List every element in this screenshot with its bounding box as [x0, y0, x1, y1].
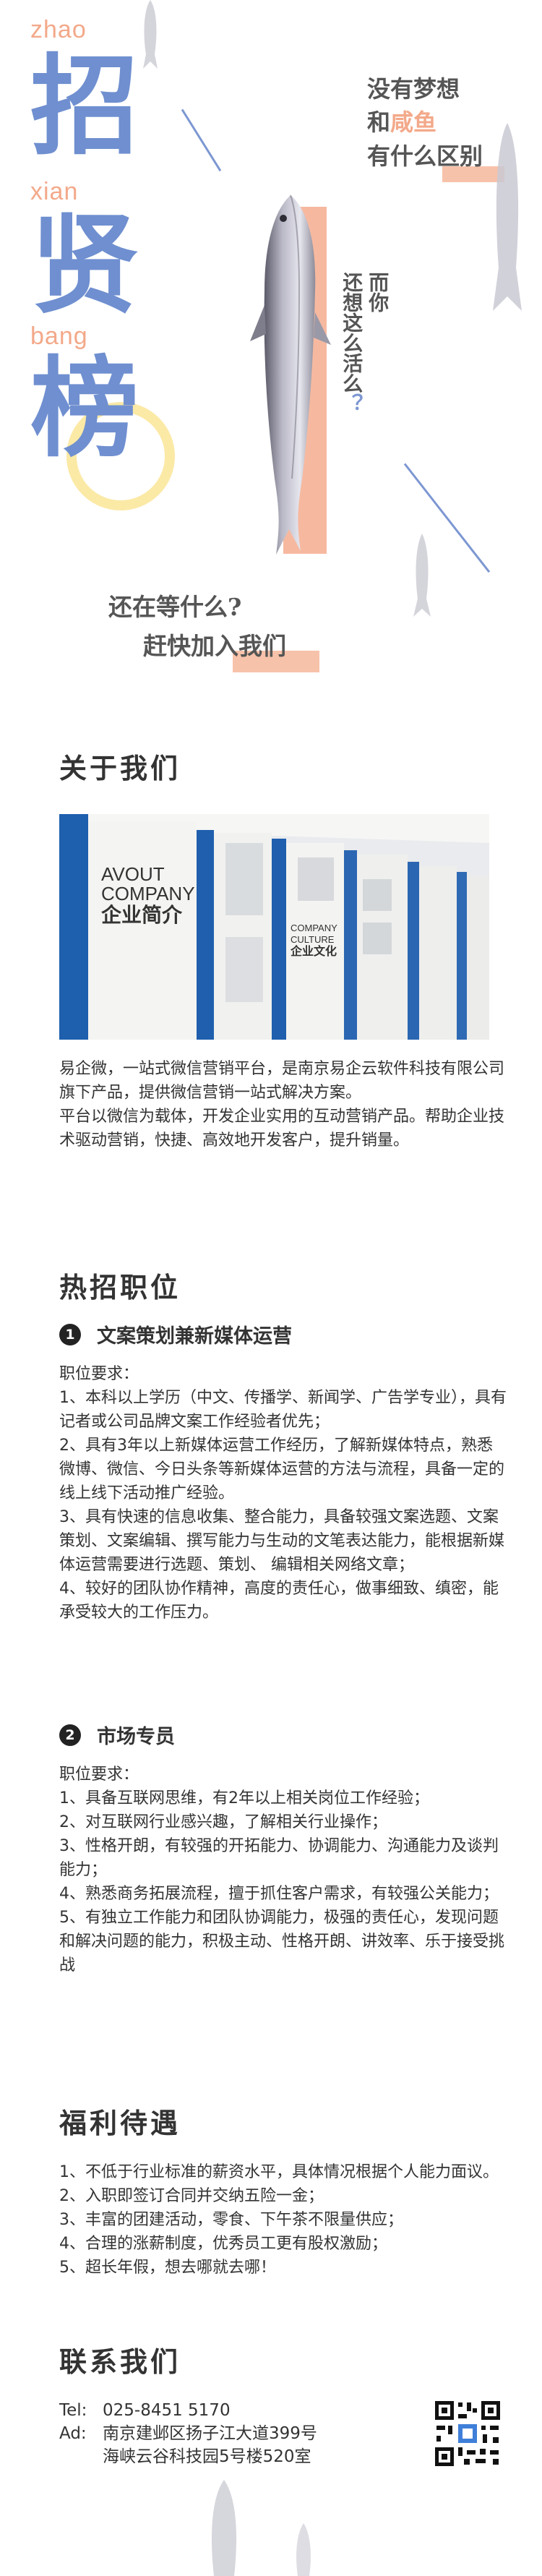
benefits-title-text: 福利待遇 — [59, 2107, 181, 2139]
photo-caption-6: 企业文化 — [291, 946, 337, 959]
qr-code-icon[interactable] — [432, 2398, 503, 2469]
job-number-badge: 2 — [59, 1724, 81, 1746]
vertical-text-1: 还想这么活么？ — [340, 272, 364, 414]
slogan-line-1: 没有梦想 — [367, 75, 460, 103]
small-fish-icon — [143, 0, 158, 69]
photo-caption-4: COMPANY — [291, 923, 337, 933]
vertical-question-mark: ？ — [340, 393, 364, 414]
benefit-item: 2、入职即签订合同并交纳五险一金； — [59, 2187, 324, 2205]
slogan-line-2: 和咸鱼 — [367, 106, 483, 139]
benefits-title: 福利待遇 — [59, 2101, 189, 2141]
company-wall-image — [59, 814, 489, 1040]
small-fish-icon — [296, 2523, 311, 2576]
job-2-req-item: 5、有独立工作能力和团队协调能力，极强的责任心，发现问题和解决问题的能力，积极主… — [59, 1909, 505, 1974]
company-photo: AVOUT COMPANY 企业简介 COMPANY CULTURE 企业文化 — [59, 814, 489, 1040]
contact-info: Tel: 025-8451 5170 Ad: 南京建邺区扬子江大道399号 海峡云谷… — [59, 2399, 421, 2469]
photo-caption-2: COMPANY — [101, 883, 195, 905]
address-line-1: 南京建邺区扬子江大道399号 — [103, 2424, 317, 2444]
jobs-title-text: 热招职位 — [59, 1271, 181, 1304]
decorative-line — [181, 108, 222, 172]
slogan-line-3: 有什么区别 — [367, 142, 483, 170]
benefit-item: 5、超长年假，想去哪就去哪！ — [59, 2259, 276, 2277]
vertical-text-2: 而你 — [366, 272, 390, 312]
about-description: 易企微，一站式微信营销平台，是南京易企云软件科技有限公司旗下产品，提供微信营销一… — [59, 1057, 507, 1152]
about-para-2: 平台以微信为载体，开发企业实用的互动营销产品。帮助企业技术驱动营销，快捷、高效地… — [59, 1108, 505, 1150]
char-zhao: 招 — [30, 43, 139, 170]
contact-address-row: Ad: 南京建邺区扬子江大道399号 — [59, 2422, 421, 2445]
small-fish-icon — [211, 2480, 237, 2576]
char-xian: 贤 — [30, 202, 139, 329]
small-fish-icon — [413, 534, 431, 617]
job-1-req-item: 4、较好的团队协作精神，高度的责任心，做事细致、缜密，能承受较大的工作压力。 — [59, 1580, 499, 1622]
vertical-text-1-body: 还想这么活么 — [340, 272, 364, 393]
cta-line-2: 赶快加入我们 — [143, 632, 286, 660]
job-1-req-label: 职位要求： — [59, 1365, 139, 1383]
jobs-title: 热招职位 — [59, 1265, 189, 1305]
address-line-2: 海峡云谷科技园5号楼520室 — [103, 2447, 311, 2467]
contact-title: 联系我们 — [59, 2340, 189, 2379]
benefits-list: 1、不低于行业标准的薪资水平，具体情况根据个人能力面议。 2、入职即签订合同并交… — [59, 2160, 507, 2280]
job-2-req-label: 职位要求： — [59, 1766, 139, 1784]
photo-caption-1: AVOUT — [101, 863, 165, 885]
slogan-word-and: 和 — [367, 108, 391, 137]
tel-label: Tel: — [59, 2401, 87, 2420]
benefit-item: 3、丰富的团建活动，零食、下午茶不限量供应； — [59, 2211, 403, 2229]
job-1-header: 1 文案策划兼新媒体运营 — [59, 1320, 292, 1348]
job-number-badge: 1 — [59, 1323, 81, 1345]
small-fish-icon — [493, 123, 522, 311]
benefit-item: 4、合理的涨薪制度，优秀员工更有股权激励； — [59, 2235, 387, 2253]
tel-link[interactable]: 025-8451 5170 — [103, 2401, 231, 2420]
contact-tel-row: Tel: 025-8451 5170 — [59, 2399, 421, 2422]
photo-caption-5: CULTURE — [291, 933, 335, 945]
benefit-item: 1、不低于行业标准的薪资水平，具体情况根据个人能力面议。 — [59, 2163, 499, 2181]
pinyin-zhao: zhao — [30, 16, 87, 43]
job-2-req-item: 2、对互联网行业感兴趣，了解相关行业操作； — [59, 1813, 387, 1831]
slogan: 没有梦想 和咸鱼 有什么区别 — [367, 72, 483, 173]
about-title: 关于我们 — [59, 746, 189, 786]
job-2-req-item: 4、熟悉商务拓展流程，擅于抓住客户需求，有较强公关能力； — [59, 1885, 499, 1903]
job-1-req-item: 3、具有快速的信息收集、整合能力，具备较强文案选题、文案策划、文案编辑、撰写能力… — [59, 1508, 505, 1574]
photo-caption: AVOUT COMPANY 企业简介 — [101, 863, 195, 926]
slogan-word-fish: 咸鱼 — [390, 108, 437, 137]
address-label: Ad: — [59, 2424, 87, 2444]
job-1-req-item: 1、本科以上学历（中文、传播学、新闻学、广告学专业），具有记者或公司品牌文案工作… — [59, 1389, 507, 1431]
photo-caption-culture: COMPANY CULTURE 企业文化 — [291, 923, 337, 959]
job-1-name: 文案策划兼新媒体运营 — [97, 1325, 292, 1348]
job-1-requirements: 职位要求： 1、本科以上学历（中文、传播学、新闻学、广告学专业），具有记者或公司… — [59, 1362, 507, 1625]
cta-line-1: 还在等什么? — [108, 593, 242, 621]
job-2-header: 2 市场专员 — [59, 1721, 175, 1749]
fish-illustration — [250, 194, 331, 555]
contact-title-text: 联系我们 — [59, 2345, 181, 2378]
photo-caption-3: 企业简介 — [101, 903, 183, 926]
job-1-req-item: 2、具有3年以上新媒体运营工作经历，了解新媒体特点，熟悉微博、微信、今日头条等新… — [59, 1437, 505, 1502]
char-bang: 榜 — [30, 345, 139, 472]
job-2-req-item: 1、具备互联网思维，有2年以上相关岗位工作经验； — [59, 1789, 429, 1807]
about-title-text: 关于我们 — [59, 752, 181, 784]
job-2-requirements: 职位要求： 1、具备互联网思维，有2年以上相关岗位工作经验； 2、对互联网行业感… — [59, 1763, 507, 1977]
about-para-1: 易企微，一站式微信营销平台，是南京易企云软件科技有限公司旗下产品，提供微信营销一… — [59, 1060, 505, 1102]
job-2-name: 市场专员 — [97, 1726, 175, 1748]
job-2-req-item: 3、性格开朗，有较强的开拓能力、协调能力、沟通能力及谈判能力； — [59, 1837, 499, 1879]
